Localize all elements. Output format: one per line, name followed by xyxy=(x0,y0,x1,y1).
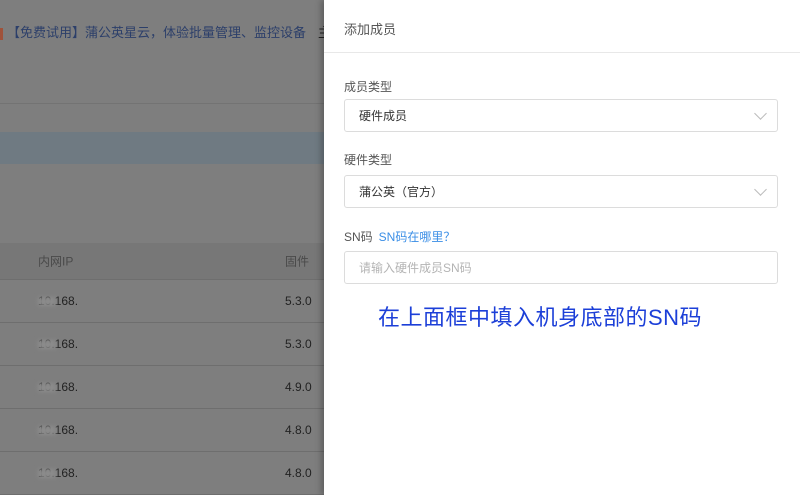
add-member-drawer: 添加成员 成员类型 硬件成员 硬件类型 蒲公英（官方） SN码 SN码在哪里？ 请… xyxy=(324,0,800,495)
table-header: 内网IP 固件 xyxy=(0,243,324,280)
hardware-type-value: 蒲公英（官方） xyxy=(359,185,444,199)
banner-marker xyxy=(0,27,3,40)
hardware-type-label: 硬件类型 xyxy=(344,153,393,167)
ip-cell: 10.168. xyxy=(38,466,79,480)
hardware-type-select[interactable]: 蒲公英（官方） xyxy=(344,175,778,208)
info-band xyxy=(0,132,324,164)
table-row[interactable]: 10.168. 5.3.0 xyxy=(0,323,324,366)
firmware-cell: 4.9.0 xyxy=(285,380,312,394)
annotation-text: 在上面框中填入机身底部的SN码 xyxy=(378,305,703,330)
promo-banner[interactable]: 【免费试用】蒲公英星云，体验批量管理、监控设备主 xyxy=(0,22,324,41)
firmware-cell: 4.8.0 xyxy=(285,466,312,480)
table-row[interactable]: 10.168. 4.8.0 xyxy=(0,409,324,452)
banner-text[interactable]: 【免费试用】蒲公英星云，体验批量管理、监控设备 xyxy=(7,25,306,40)
sn-input[interactable]: 请输入硬件成员SN码 xyxy=(344,251,778,284)
member-type-label: 成员类型 xyxy=(344,80,393,94)
firmware-cell: 5.3.0 xyxy=(285,294,312,308)
ip-cell: 10.168. xyxy=(38,294,79,308)
firmware-cell: 4.8.0 xyxy=(285,423,312,437)
member-type-select[interactable]: 硬件成员 xyxy=(344,99,778,132)
chevron-down-icon xyxy=(754,107,767,120)
drawer-title: 添加成员 xyxy=(324,0,800,53)
sn-help-link[interactable]: SN码在哪里？ xyxy=(379,230,456,244)
column-header-ip: 内网IP xyxy=(38,254,74,269)
sn-label: SN码 xyxy=(344,230,373,244)
table-row[interactable]: 10.168. 4.8.0 xyxy=(0,452,324,495)
table-row[interactable]: 10.168. 4.9.0 xyxy=(0,366,324,409)
background-page: 【免费试用】蒲公英星云，体验批量管理、监控设备主 内网IP 固件 10.168.… xyxy=(0,0,324,495)
firmware-cell: 5.3.0 xyxy=(285,337,312,351)
ip-cell: 10.168. xyxy=(38,337,79,351)
table-row[interactable]: 10.168. 5.3.0 xyxy=(0,280,324,323)
sn-label-row: SN码 SN码在哪里？ xyxy=(344,228,455,245)
ip-cell: 10.168. xyxy=(38,423,79,437)
divider xyxy=(0,103,324,104)
ip-cell: 10.168. xyxy=(38,380,79,394)
column-header-firmware: 固件 xyxy=(285,254,310,269)
chevron-down-icon xyxy=(754,183,767,196)
member-type-value: 硬件成员 xyxy=(359,109,408,123)
sn-placeholder: 请输入硬件成员SN码 xyxy=(359,261,472,275)
